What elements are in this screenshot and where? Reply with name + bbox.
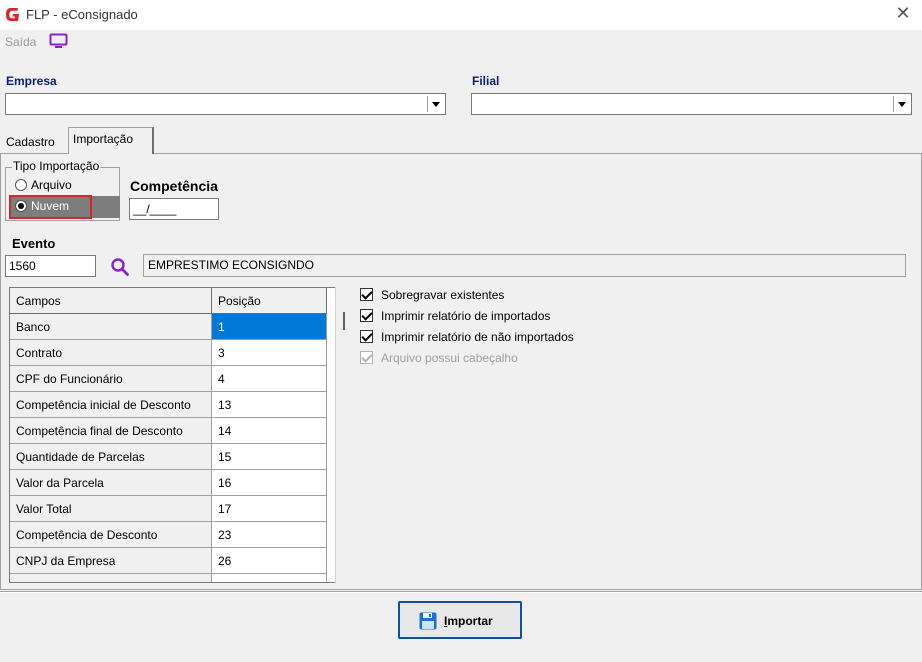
evento-label: Evento: [12, 236, 56, 251]
campos-grid[interactable]: Campos Posição Banco 1 Contrato 3 CPF do Funci…: [9, 287, 354, 583]
grid-header-campos[interactable]: Campos: [10, 288, 212, 314]
checkbox-icon[interactable]: [360, 309, 373, 322]
grid-cell-campo[interactable]: Competência final de Desconto: [10, 418, 212, 444]
filial-label: Filial: [472, 74, 500, 88]
bottom-separator: [0, 591, 922, 593]
checkbox-icon[interactable]: [360, 288, 373, 301]
radio-arquivo-label: Arquivo: [31, 178, 72, 192]
grid-cell-posicao[interactable]: 17: [212, 496, 327, 522]
grid-cell-posicao[interactable]: 14: [212, 418, 327, 444]
importar-label: Importar: [444, 614, 493, 628]
tab-importacao[interactable]: Importação: [68, 127, 154, 154]
chevron-down-icon[interactable]: [427, 96, 443, 112]
competencia-input[interactable]: __/____: [129, 198, 219, 220]
title-bar: [0, 0, 922, 30]
search-icon[interactable]: [110, 257, 130, 277]
competencia-label: Competência: [130, 178, 218, 194]
monitor-icon[interactable]: [49, 33, 68, 49]
grid-cell-posicao[interactable]: 13: [212, 392, 327, 418]
exit-label[interactable]: Saída: [5, 35, 36, 49]
empresa-label: Empresa: [6, 74, 57, 88]
grid-scrollbar-thumb[interactable]: [343, 312, 345, 330]
grid-cell-campo[interactable]: Banco: [10, 314, 212, 340]
window-title: FLP - eConsignado: [26, 7, 138, 22]
empresa-select[interactable]: [5, 93, 446, 115]
grid-header-posicao[interactable]: Posição: [212, 288, 327, 314]
grid-cell-posicao[interactable]: 16: [212, 470, 327, 496]
grid-cell-campo[interactable]: Valor Total: [10, 496, 212, 522]
app-logo-icon: [6, 8, 19, 21]
highlight-box: [9, 195, 92, 219]
grid-cell-campo[interactable]: Competência inicial de Desconto: [10, 392, 212, 418]
importar-button[interactable]: Importar: [398, 601, 522, 639]
option-checkbox-row[interactable]: Sobregravar existentes: [360, 288, 504, 304]
grid-cell-posicao[interactable]: 23: [212, 522, 327, 548]
importar-rest: mportar: [447, 614, 493, 628]
grid-cell-posicao[interactable]: 1: [212, 314, 327, 340]
grid-cell-campo[interactable]: [10, 574, 212, 582]
radio-off-icon[interactable]: [15, 179, 27, 191]
grid-cell-campo[interactable]: CNPJ da Empresa: [10, 548, 212, 574]
option-checkbox-label: Sobregravar existentes: [381, 288, 505, 302]
save-icon: [419, 612, 437, 630]
filial-select[interactable]: [471, 93, 912, 115]
grid-scrollbar[interactable]: [335, 287, 354, 583]
grid-cell-campo[interactable]: Contrato: [10, 340, 212, 366]
option-checkbox-row[interactable]: Imprimir relatório de importados: [360, 309, 550, 325]
radio-arquivo[interactable]: Arquivo: [15, 178, 72, 194]
checkbox-icon: [360, 351, 373, 364]
tab-cadastro[interactable]: Cadastro: [2, 131, 68, 153]
chevron-down-icon[interactable]: [893, 96, 909, 112]
grid-cell-posicao[interactable]: 15: [212, 444, 327, 470]
option-checkbox-row[interactable]: Imprimir relatório de não importados: [360, 330, 574, 346]
grid-cell-campo[interactable]: Valor da Parcela: [10, 470, 212, 496]
grid-cell-posicao[interactable]: 3: [212, 340, 327, 366]
evento-description: EMPRESTIMO ECONSIGNDO: [143, 254, 906, 277]
option-checkbox-label: Imprimir relatório de importados: [381, 309, 551, 323]
option-checkbox-label: Imprimir relatório de não importados: [381, 330, 574, 344]
grid-cell-posicao[interactable]: 4: [212, 366, 327, 392]
close-button[interactable]: ✕: [890, 3, 916, 27]
checkbox-icon[interactable]: [360, 330, 373, 343]
option-checkbox-row: Arquivo possui cabeçalho: [360, 351, 518, 367]
grid-cell-campo[interactable]: CPF do Funcionário: [10, 366, 212, 392]
grid-cell-campo[interactable]: Competência de Desconto: [10, 522, 212, 548]
option-checkbox-label: Arquivo possui cabeçalho: [381, 351, 518, 365]
evento-code-input[interactable]: 1560: [5, 255, 96, 277]
grid-cell-posicao[interactable]: 26: [212, 548, 327, 574]
tipo-importacao-legend: Tipo Importação: [12, 159, 101, 173]
grid-cell-posicao[interactable]: [212, 574, 327, 582]
grid-cell-campo[interactable]: Quantidade de Parcelas: [10, 444, 212, 470]
